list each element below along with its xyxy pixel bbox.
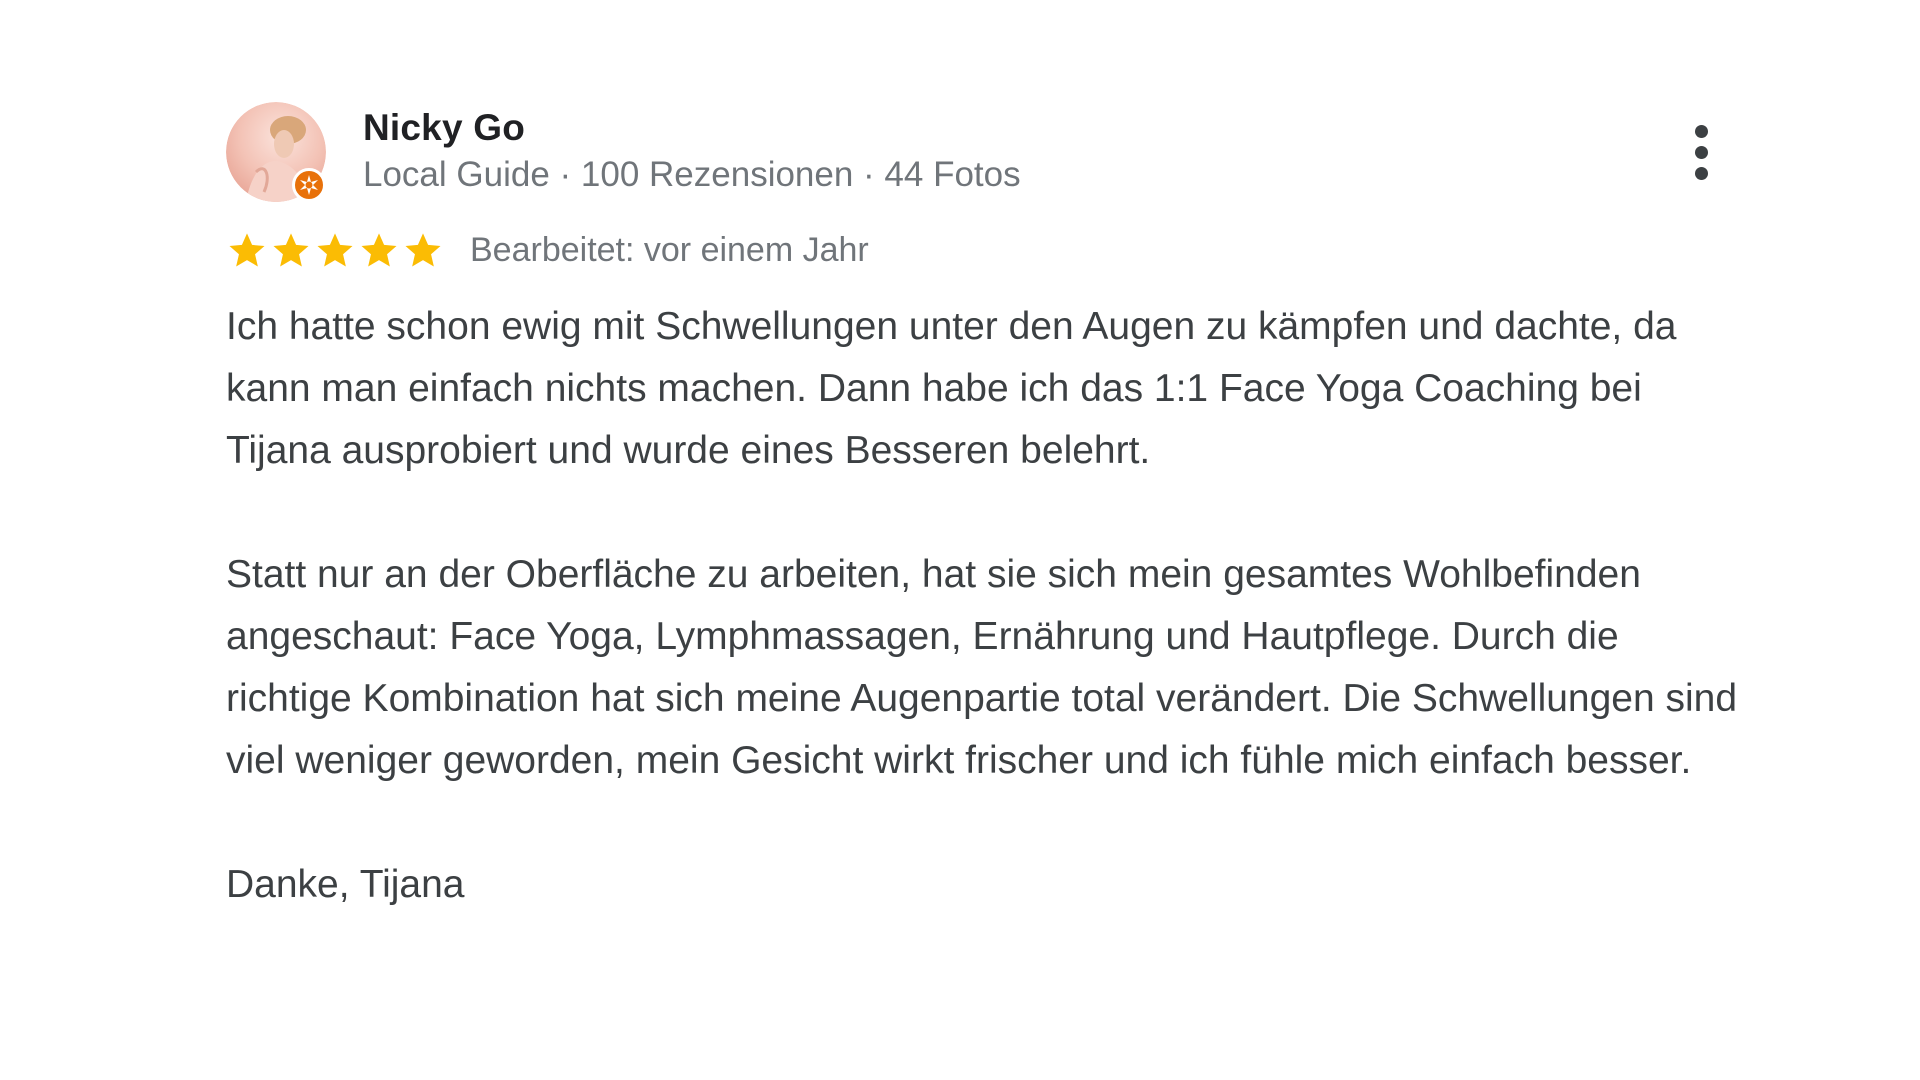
review-paragraph: Statt nur an der Oberfläche zu arbeiten,… (226, 553, 1738, 782)
star-icon (314, 229, 356, 271)
more-vert-icon-dot (1694, 166, 1708, 180)
star-icon (402, 229, 444, 271)
author-meta: Local Guide · 100 Rezensionen · 44 Fotos (363, 155, 1021, 194)
review-paragraph: Danke, Tijana (226, 863, 465, 906)
more-vert-icon (1694, 124, 1708, 138)
review-card: Nicky Go Local Guide · 100 Rezensionen ·… (226, 102, 1737, 1002)
star-icon (358, 229, 400, 271)
review-paragraph: Ich hatte schon ewig mit Schwellungen un… (226, 305, 1677, 472)
review-text: Ich hatte schon ewig mit Schwellungen un… (226, 296, 1746, 916)
star-icon (226, 229, 268, 271)
more-options-button[interactable] (1676, 112, 1726, 192)
author-info: Nicky Go Local Guide · 100 Rezensionen ·… (363, 104, 1021, 198)
local-guide-badge-icon (292, 168, 326, 202)
author-name[interactable]: Nicky Go (363, 104, 1021, 152)
star-icon (270, 229, 312, 271)
more-vert-icon-dot (1694, 145, 1708, 159)
star-rating (226, 229, 444, 271)
edited-timestamp: Bearbeitet: vor einem Jahr (470, 231, 869, 269)
rating-row: Bearbeitet: vor einem Jahr (226, 222, 1726, 278)
author-avatar-wrap[interactable] (226, 102, 326, 202)
review-header: Nicky Go Local Guide · 100 Rezensionen ·… (226, 102, 1726, 202)
